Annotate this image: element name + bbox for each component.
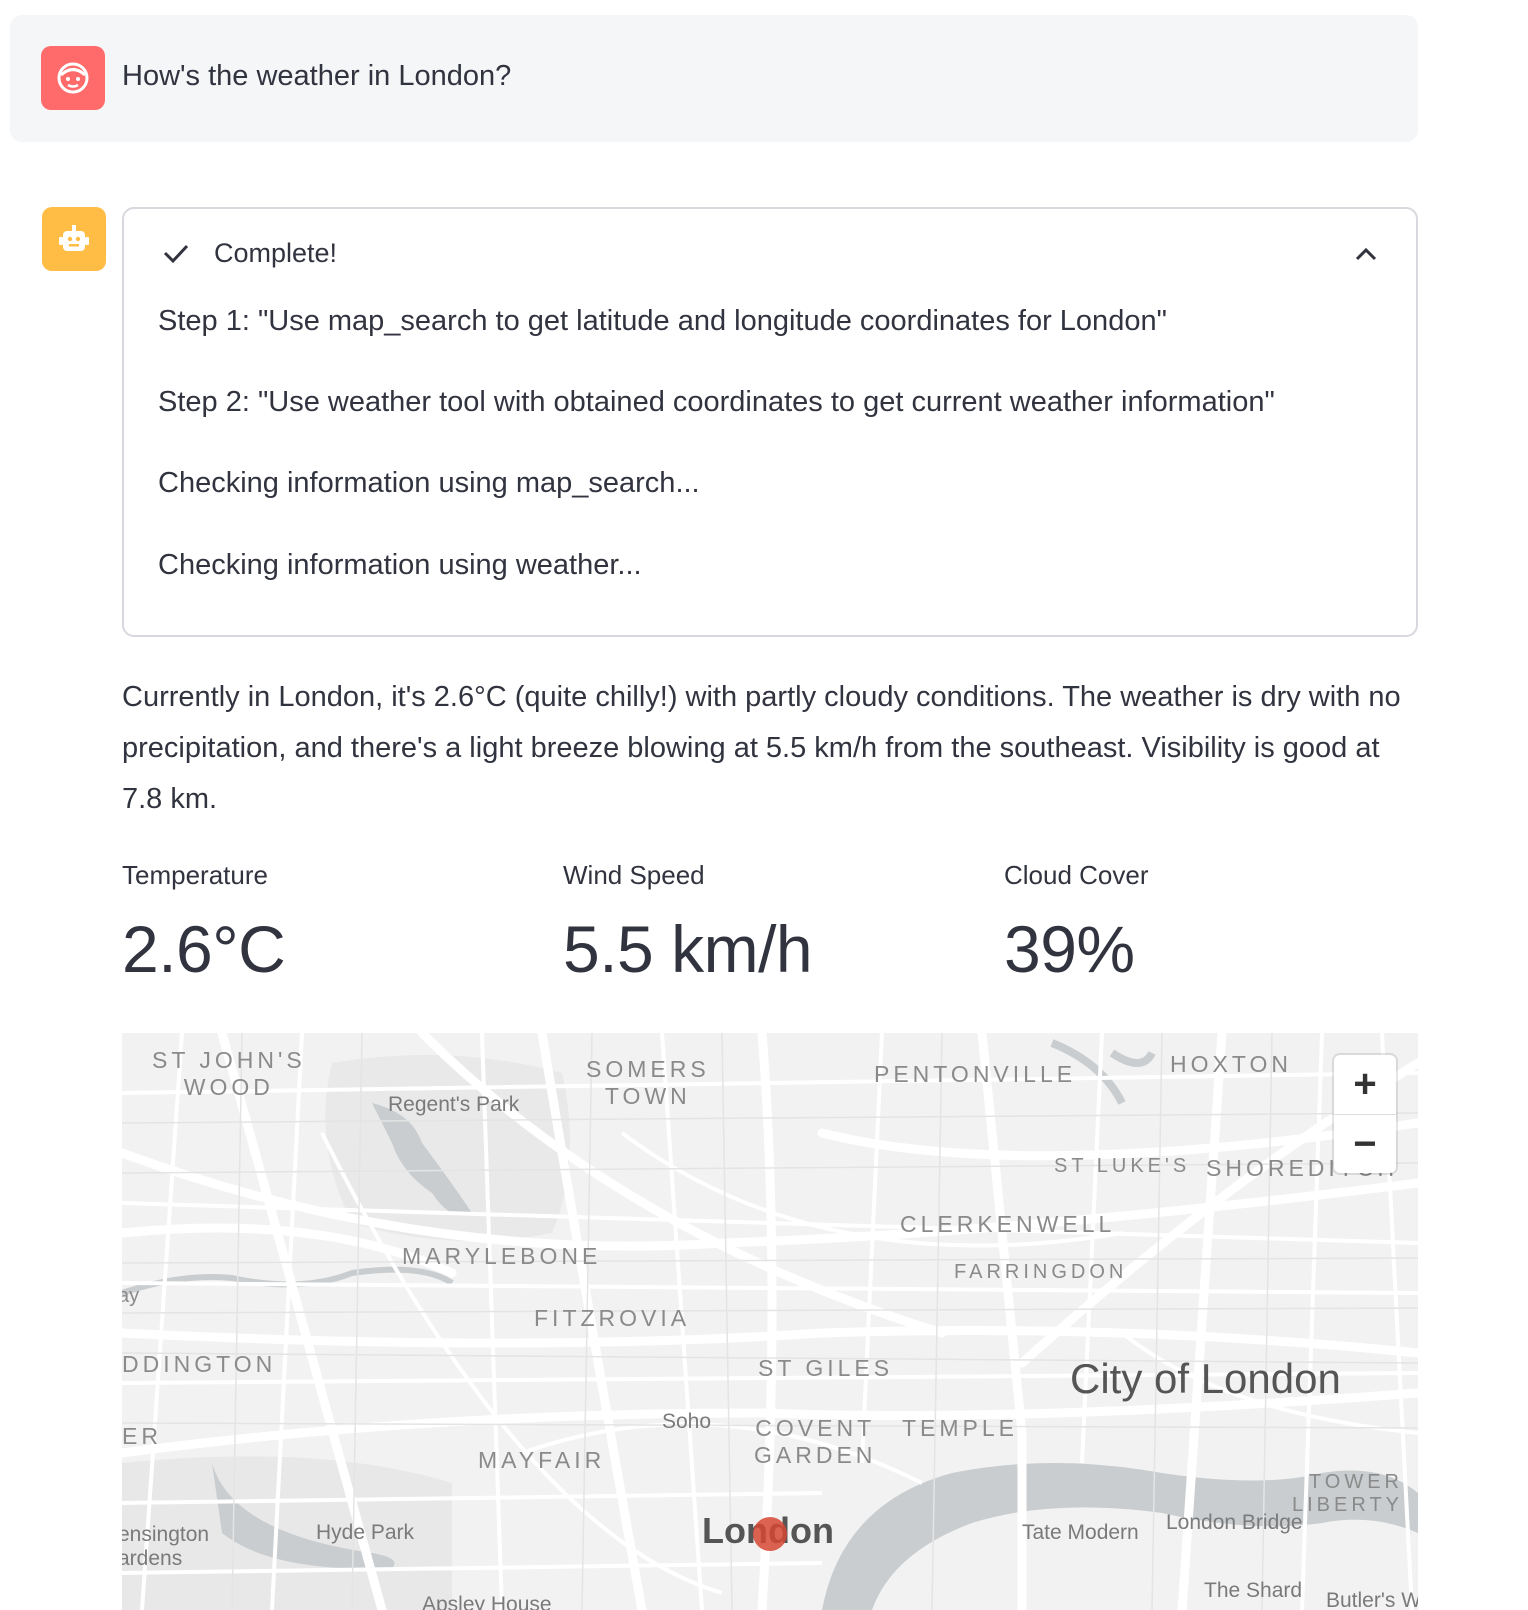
map-label-fitzrovia: FITZROVIA xyxy=(534,1305,691,1331)
map-label-farringdon: FARRINGDON xyxy=(954,1261,1128,1283)
map-label-kensington-gardens: ensington ardens xyxy=(122,1523,210,1570)
map-label-st-giles: ST GILES xyxy=(758,1355,894,1381)
map-view[interactable]: ST JOHN'S WOOD Regent's Park SOMERS TOWN… xyxy=(122,1033,1418,1610)
assistant-answer: Currently in London, it's 2.6°C (quite c… xyxy=(122,681,1401,815)
map-label-tate-modern: Tate Modern xyxy=(1022,1521,1139,1544)
status-expander[interactable]: Complete! Step 1: "Use map_search to get… xyxy=(122,207,1418,637)
map-label-hoxton: HOXTON xyxy=(1170,1051,1292,1077)
metric-value: 39% xyxy=(1004,912,1135,986)
map-label-the-shard: The Shard xyxy=(1204,1579,1303,1602)
chevron-up-icon[interactable] xyxy=(1352,241,1380,269)
map-label-mayfair: MAYFAIR xyxy=(478,1447,606,1473)
status-step-1: Step 1: "Use map_search to get latitude … xyxy=(158,305,1167,337)
status-header[interactable]: Complete! xyxy=(160,237,337,269)
zoom-out-button[interactable]: − xyxy=(1334,1114,1396,1173)
map-label-covent-garden: COVENT GARDEN xyxy=(754,1415,877,1468)
map-label-st-johns-wood: ST JOHN'S WOOD xyxy=(152,1047,306,1100)
map-label-er: ER xyxy=(122,1423,162,1449)
map-label-pentonville: PENTONVILLE xyxy=(874,1061,1077,1087)
zoom-in-button[interactable]: + xyxy=(1334,1055,1396,1114)
status-step-4: Checking information using weather... xyxy=(158,549,642,581)
map-label-hyde-park: Hyde Park xyxy=(316,1521,415,1544)
map-label-temple: TEMPLE xyxy=(902,1415,1019,1441)
status-step-3: Checking information using map_search... xyxy=(158,467,700,499)
user-message-text: How's the weather in London? xyxy=(122,60,512,92)
user-message: How's the weather in London? xyxy=(10,15,1418,142)
map-label-marylebone: MARYLEBONE xyxy=(402,1243,602,1269)
map-label-regents-park: Regent's Park xyxy=(388,1093,520,1116)
status-title: Complete! xyxy=(214,237,338,268)
zoom-control: + − xyxy=(1334,1055,1396,1173)
map-label-paddington: DDINGTON xyxy=(122,1351,277,1377)
map-label-tower: TOWER LIBERTY xyxy=(1292,1471,1403,1516)
metric-wind-speed: Wind Speed 5.5 km/h xyxy=(563,860,813,987)
face-icon xyxy=(57,62,89,94)
map-label-st-lukes: ST LUKE'S xyxy=(1054,1155,1191,1177)
map-label-city-of-london: City of London xyxy=(1070,1355,1341,1402)
map-label-butlers: Butler's W xyxy=(1326,1589,1418,1610)
user-avatar xyxy=(41,46,105,110)
map-label-london-bridge: London Bridge xyxy=(1166,1511,1303,1534)
assistant-avatar xyxy=(42,207,106,271)
metric-value: 2.6°C xyxy=(122,912,286,986)
metric-value: 5.5 km/h xyxy=(563,912,813,986)
status-step-2: Step 2: "Use weather tool with obtained … xyxy=(158,386,1275,418)
map-label-soho: Soho xyxy=(662,1410,712,1433)
location-marker[interactable] xyxy=(753,1517,787,1551)
map-label-ay: ay xyxy=(122,1285,140,1307)
map-label-apsley-house: Apsley House xyxy=(422,1593,552,1610)
metric-label: Cloud Cover xyxy=(1004,860,1149,890)
robot-icon xyxy=(59,225,89,251)
map-label-clerkenwell: CLERKENWELL xyxy=(900,1211,1116,1237)
metric-label: Temperature xyxy=(122,860,268,890)
metric-label: Wind Speed xyxy=(563,860,705,890)
metric-temperature: Temperature 2.6°C xyxy=(122,860,286,987)
metric-cloud-cover: Cloud Cover 39% xyxy=(1004,860,1149,987)
check-icon xyxy=(163,244,189,264)
map-label-somers-town: SOMERS TOWN xyxy=(586,1056,710,1109)
